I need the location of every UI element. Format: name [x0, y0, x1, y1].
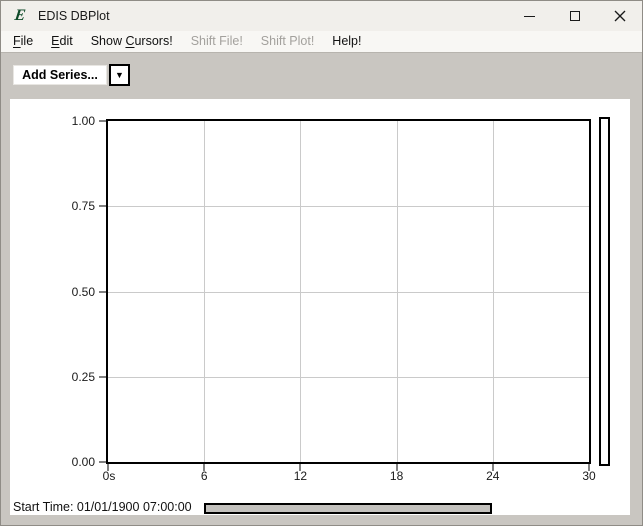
- start-time-label: Start Time: 01/01/1900 07:00:00: [13, 500, 192, 514]
- gridline: [108, 291, 589, 293]
- gridline: [108, 376, 589, 378]
- maximize-icon: [569, 11, 580, 21]
- app-logo-icon: E: [13, 7, 27, 24]
- menu-bar: File Edit Show Cursors! Shift File! Shif…: [1, 31, 642, 53]
- menu-shift-file: Shift File!: [182, 32, 252, 52]
- x-tick-label: 12: [293, 469, 308, 483]
- x-tick-label: 24: [486, 469, 500, 483]
- window-title: EDIS DBPlot: [38, 9, 110, 23]
- menu-label: ursors!: [134, 33, 173, 48]
- close-button[interactable]: [597, 1, 642, 31]
- gridline: [492, 121, 494, 462]
- menu-shift-plot: Shift Plot!: [252, 32, 324, 52]
- add-series-combo: Add Series... ▼: [13, 64, 130, 86]
- gridline: [396, 121, 398, 462]
- close-icon: [614, 10, 625, 22]
- y-tick-label: 0.50: [71, 284, 95, 299]
- chevron-down-icon: ▼: [115, 69, 124, 80]
- menu-mnemonic: E: [51, 33, 60, 48]
- menu-label: dit: [59, 33, 73, 48]
- horizontal-slider[interactable]: [204, 503, 492, 514]
- y-tick-label: 0.25: [71, 369, 95, 384]
- menu-label: Help!: [332, 33, 362, 48]
- window-controls: [507, 1, 642, 31]
- minimize-button[interactable]: [507, 1, 552, 31]
- gridline: [204, 121, 206, 462]
- gridline: [108, 206, 589, 208]
- x-tick-label: 6: [200, 469, 208, 483]
- menu-help[interactable]: Help!: [323, 32, 370, 52]
- x-tick-label: 18: [389, 469, 404, 483]
- title-bar: E EDIS DBPlot: [1, 1, 642, 31]
- add-series-dropdown-button[interactable]: ▼: [109, 64, 130, 86]
- menu-label: Shift Plot!: [260, 33, 315, 48]
- gridline: [300, 121, 302, 462]
- maximize-button[interactable]: [552, 1, 597, 31]
- x-tick-label: 30: [582, 469, 596, 483]
- toolbar: Add Series... ▼: [1, 54, 642, 99]
- y-tick-label: 0.00: [71, 455, 95, 469]
- minimize-icon: [524, 15, 535, 17]
- menu-label: Show: [90, 33, 126, 48]
- menu-label: ile: [20, 33, 34, 48]
- add-series-combobox[interactable]: Add Series...: [13, 65, 107, 85]
- menu-show-cursors[interactable]: Show Cursors!: [82, 32, 182, 52]
- vertical-slider[interactable]: [599, 117, 610, 466]
- app-window: E EDIS DBPlot File Edit Show Cursors! Sh…: [0, 0, 643, 526]
- y-tick-label: 1.00: [71, 114, 95, 128]
- plot-area: 1.00 0.75 0.50 0.25 0.00 0s 6 12 18 24 3…: [72, 114, 596, 483]
- menu-edit[interactable]: Edit: [42, 32, 82, 52]
- menu-file[interactable]: File: [4, 32, 42, 52]
- menu-label: Shift File!: [190, 33, 243, 48]
- y-tick-label: 0.75: [71, 199, 95, 214]
- x-tick-label: 0s: [102, 469, 116, 483]
- menu-mnemonic: F: [13, 33, 21, 48]
